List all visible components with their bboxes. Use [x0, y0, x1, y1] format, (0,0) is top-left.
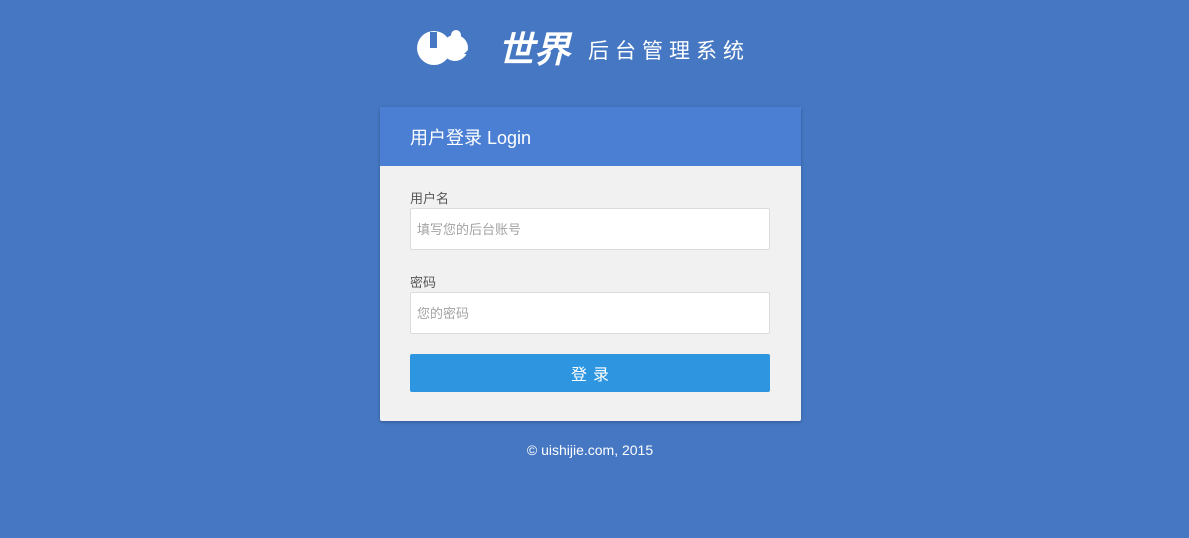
password-input[interactable] — [410, 292, 770, 334]
site-logo: 世界 后台管理系统 — [416, 24, 750, 72]
password-label: 密码 — [410, 275, 437, 290]
logo-wordmark: 世界 — [498, 30, 573, 71]
login-card-header: 用户登录 Login — [380, 107, 801, 166]
field-spacer — [410, 250, 771, 274]
username-input[interactable] — [410, 208, 770, 250]
uishijie-logo-icon: 世界 — [417, 30, 573, 71]
login-title: 用户登录 Login — [410, 127, 532, 148]
copyright-footer: © uishijie.com, 2015 — [526, 442, 654, 458]
login-card: 用户登录 Login 用户名 密码 登录 — [380, 107, 801, 421]
logo-subtitle: 后台管理系统 — [588, 40, 750, 63]
login-form: 用户名 密码 登录 — [380, 166, 801, 392]
login-button[interactable]: 登录 — [410, 354, 770, 392]
logo-mark: 世界 — [416, 24, 580, 72]
login-page: 世界 后台管理系统 用户登录 Login 用户名 密码 登录 © uishiji… — [0, 0, 1189, 538]
username-label: 用户名 — [410, 191, 450, 206]
